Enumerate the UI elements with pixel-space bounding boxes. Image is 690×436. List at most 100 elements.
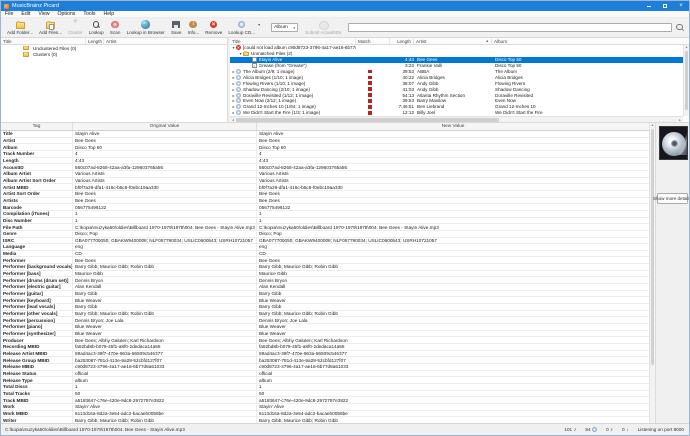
metadata-row[interactable]: Performer [electric guitar]Alan KendallA… bbox=[1, 284, 649, 291]
lookup-cd-button[interactable]: Lookup CD... bbox=[225, 19, 258, 37]
menu-tools[interactable]: Tools bbox=[79, 11, 99, 17]
metadata-row[interactable]: AcoustID550c07ad-8268-42aa-a3fa-12960376… bbox=[1, 164, 649, 171]
original-value: Barry Gibb bbox=[73, 291, 257, 297]
left-column-artist[interactable]: Artist bbox=[104, 38, 227, 44]
tag-name: Total Discs bbox=[1, 384, 73, 390]
metadata-row[interactable]: Length4:434:43 bbox=[1, 158, 649, 165]
metadata-row[interactable]: Performer [other vocals]Barry Gibb; Maur… bbox=[1, 311, 649, 318]
metadata-row[interactable]: Disc Number11 bbox=[1, 218, 649, 225]
metadata-row[interactable]: Total Discs11 bbox=[1, 384, 649, 391]
metadata-row[interactable]: Performer [keyboard]Blue WeaverBlue Weav… bbox=[1, 297, 649, 304]
scrollbar-thumb[interactable] bbox=[651, 129, 654, 365]
metadata-row[interactable]: Album Artist Sort OrderVarious ArtistsVa… bbox=[1, 178, 649, 185]
menu-view[interactable]: View bbox=[34, 11, 53, 17]
metadata-row[interactable]: MediaCDCD bbox=[1, 251, 649, 258]
metadata-row[interactable]: File PathC:\kopia\muzyka50\oldies\Billbo… bbox=[1, 224, 649, 231]
metadata-row[interactable]: Barcode056775498122056775498122 bbox=[1, 204, 649, 211]
original-value: Bee Gees bbox=[73, 138, 257, 144]
metadata-row[interactable]: Track MBIDa5183647-c76e-420e-9dc8-297278… bbox=[1, 397, 649, 404]
metadata-row[interactable]: ArtistsBee GeesBee Gees bbox=[1, 198, 649, 205]
album-row[interactable]: ▸We Didn't Start the Fire (1/3; 1 image)… bbox=[230, 110, 683, 116]
scan-button[interactable]: Scan bbox=[107, 19, 124, 37]
right-column-length[interactable]: Length bbox=[390, 38, 414, 44]
metadata-row[interactable]: Performer [percussion]Dennis Bryon; Joe … bbox=[1, 317, 649, 324]
menu-help[interactable]: Help bbox=[99, 11, 118, 17]
row-title: Grease (from "Grease") bbox=[259, 63, 307, 68]
metadata-row[interactable]: Artist Sort OrderBee GeesBee Gees bbox=[1, 191, 649, 198]
original-value: Bee Gees bbox=[73, 257, 257, 263]
metadata-row[interactable]: Artist MBIDbf0f7a29-dfa1-416c-b5c6-f0ebc… bbox=[1, 184, 649, 191]
metadata-row[interactable]: Compilation (iTunes)11 bbox=[1, 211, 649, 218]
new-value: c90d8723-3796-4a17-ae16-6b77d8a61033 bbox=[257, 364, 649, 370]
metadata-row[interactable]: Work MBID6113d16a-8d2a-3e54-adc2-bacaeb0… bbox=[1, 411, 649, 418]
minimize-button[interactable] bbox=[641, 1, 657, 11]
metadata-row[interactable]: Performer [lead vocals]Barry GibbBarry G… bbox=[1, 304, 649, 311]
metadata-row[interactable]: PerformerBee GeesBee Gees bbox=[1, 257, 649, 264]
metadata-row[interactable]: Release MBIDc90d8723-3796-4a17-ae16-6b77… bbox=[1, 364, 649, 371]
scrollbar-thumb[interactable] bbox=[685, 51, 688, 110]
clusters-item[interactable]: Clusters (0) bbox=[1, 51, 227, 57]
metadata-row[interactable]: AlbumDisco Top 50Disco Top 50 bbox=[1, 144, 649, 151]
original-value: Alan Kendall bbox=[73, 284, 257, 290]
metadata-row[interactable]: Release Group MBIDba253087-781d-413e-9a2… bbox=[1, 357, 649, 364]
add-files-button[interactable]: Add Files... bbox=[36, 19, 65, 37]
scroll-right-icon[interactable]: ▸ bbox=[677, 118, 683, 122]
search-category-select[interactable]: Album ▾ bbox=[271, 23, 298, 32]
match-indicator bbox=[368, 70, 372, 74]
metadata-row[interactable]: Performer [background vocals]Barry Gibb;… bbox=[1, 264, 649, 271]
show-more-details-button[interactable]: Show more details. bbox=[657, 193, 688, 204]
left-column-title[interactable]: Title bbox=[1, 38, 86, 44]
save-button[interactable]: Save bbox=[168, 19, 185, 37]
vertical-scrollbar[interactable]: ▴ bbox=[683, 45, 689, 116]
add-folder-button[interactable]: Add Folder... bbox=[4, 19, 36, 37]
metadata-row[interactable]: Release Artist MBID89ad4ac3-39f7-470e-96… bbox=[1, 351, 649, 358]
column-tag[interactable]: Tag bbox=[1, 123, 73, 130]
remove-button[interactable]: Remove bbox=[202, 19, 225, 37]
metadata-row[interactable]: Performer [synthesizer]Blue WeaverBlue W… bbox=[1, 331, 649, 338]
row-length: 39:53 bbox=[390, 69, 414, 74]
menu-edit[interactable]: Edit bbox=[17, 11, 34, 17]
maximize-button[interactable] bbox=[657, 1, 673, 11]
right-column-match[interactable]: Match bbox=[356, 38, 390, 44]
metadata-row[interactable]: ProducerBee Gees; Albhy Galuten; Karl Ri… bbox=[1, 337, 649, 344]
metadata-row[interactable]: Performer [piano]Blue WeaverBlue Weaver bbox=[1, 324, 649, 331]
metadata-row[interactable]: Performer [drums (drum set)]Dennis Bryon… bbox=[1, 277, 649, 284]
right-column-artist[interactable]: Artist ▲ bbox=[414, 38, 492, 44]
metadata-row[interactable]: Release Statusofficialofficial bbox=[1, 371, 649, 378]
lookup-button[interactable]: Lookup bbox=[86, 19, 107, 37]
metadata-row[interactable]: Album ArtistVarious ArtistsVarious Artis… bbox=[1, 171, 649, 178]
new-value: 1 bbox=[257, 218, 649, 224]
left-column-length[interactable]: Length bbox=[86, 38, 104, 44]
right-column-album[interactable]: Album bbox=[492, 38, 689, 44]
metadata-row[interactable]: GenreDisco; PopDisco; Pop bbox=[1, 231, 649, 238]
column-new-value[interactable]: New Value bbox=[257, 123, 649, 130]
cluster-button[interactable]: * Cluster bbox=[65, 19, 86, 37]
search-input[interactable] bbox=[348, 23, 672, 32]
original-value: 1 bbox=[73, 218, 257, 224]
close-button[interactable]: × bbox=[673, 1, 689, 11]
metadata-row[interactable]: Total Tracks5050 bbox=[1, 391, 649, 398]
column-original-value[interactable]: Original Value bbox=[73, 123, 257, 130]
right-column-title[interactable]: Title bbox=[230, 38, 356, 44]
search-icon[interactable] bbox=[674, 23, 686, 33]
scrollbar-thumb[interactable] bbox=[236, 118, 499, 122]
scroll-up-icon[interactable]: ▴ bbox=[684, 45, 689, 50]
metadata-row[interactable]: Performer [guitar]Barry GibbBarry Gibb bbox=[1, 291, 649, 298]
info-button[interactable]: Info... bbox=[185, 19, 203, 37]
metadata-row[interactable]: ISRCGBA077700050; GBAKW9400008; NLF05779… bbox=[1, 238, 649, 245]
metadata-row[interactable]: Release Typealbumalbum bbox=[1, 377, 649, 384]
metadata-row[interactable]: WorkStayin' AliveStayin' Alive bbox=[1, 404, 649, 411]
cover-art-image[interactable] bbox=[659, 126, 688, 160]
metadata-row[interactable]: Track Number44 bbox=[1, 151, 649, 158]
submit-acoustids-button[interactable]: Submit AcoustIDs bbox=[302, 19, 344, 37]
row-length: 4:43 bbox=[390, 57, 414, 62]
lookup-cd-dropdown-arrow[interactable]: ▾ bbox=[258, 22, 260, 27]
lookup-in-browser-button[interactable]: Lookup in Browser bbox=[124, 19, 168, 37]
metadata-row[interactable]: Recording MBIDfa52bd8b-b079-45f1-a8f0-2d… bbox=[1, 344, 649, 351]
metadata-row[interactable]: ArtistBee GeesBee Gees bbox=[1, 138, 649, 145]
metadata-row[interactable]: Performer [bass]Maurice GibbMaurice Gibb bbox=[1, 271, 649, 278]
title-bar[interactable]: MusicBrainz Picard × bbox=[1, 1, 689, 11]
metadata-row[interactable]: Languageengeng bbox=[1, 244, 649, 251]
metadata-row[interactable]: TitleStayin AliveStayin Alive bbox=[1, 131, 649, 138]
menu-file[interactable]: File bbox=[1, 11, 17, 17]
